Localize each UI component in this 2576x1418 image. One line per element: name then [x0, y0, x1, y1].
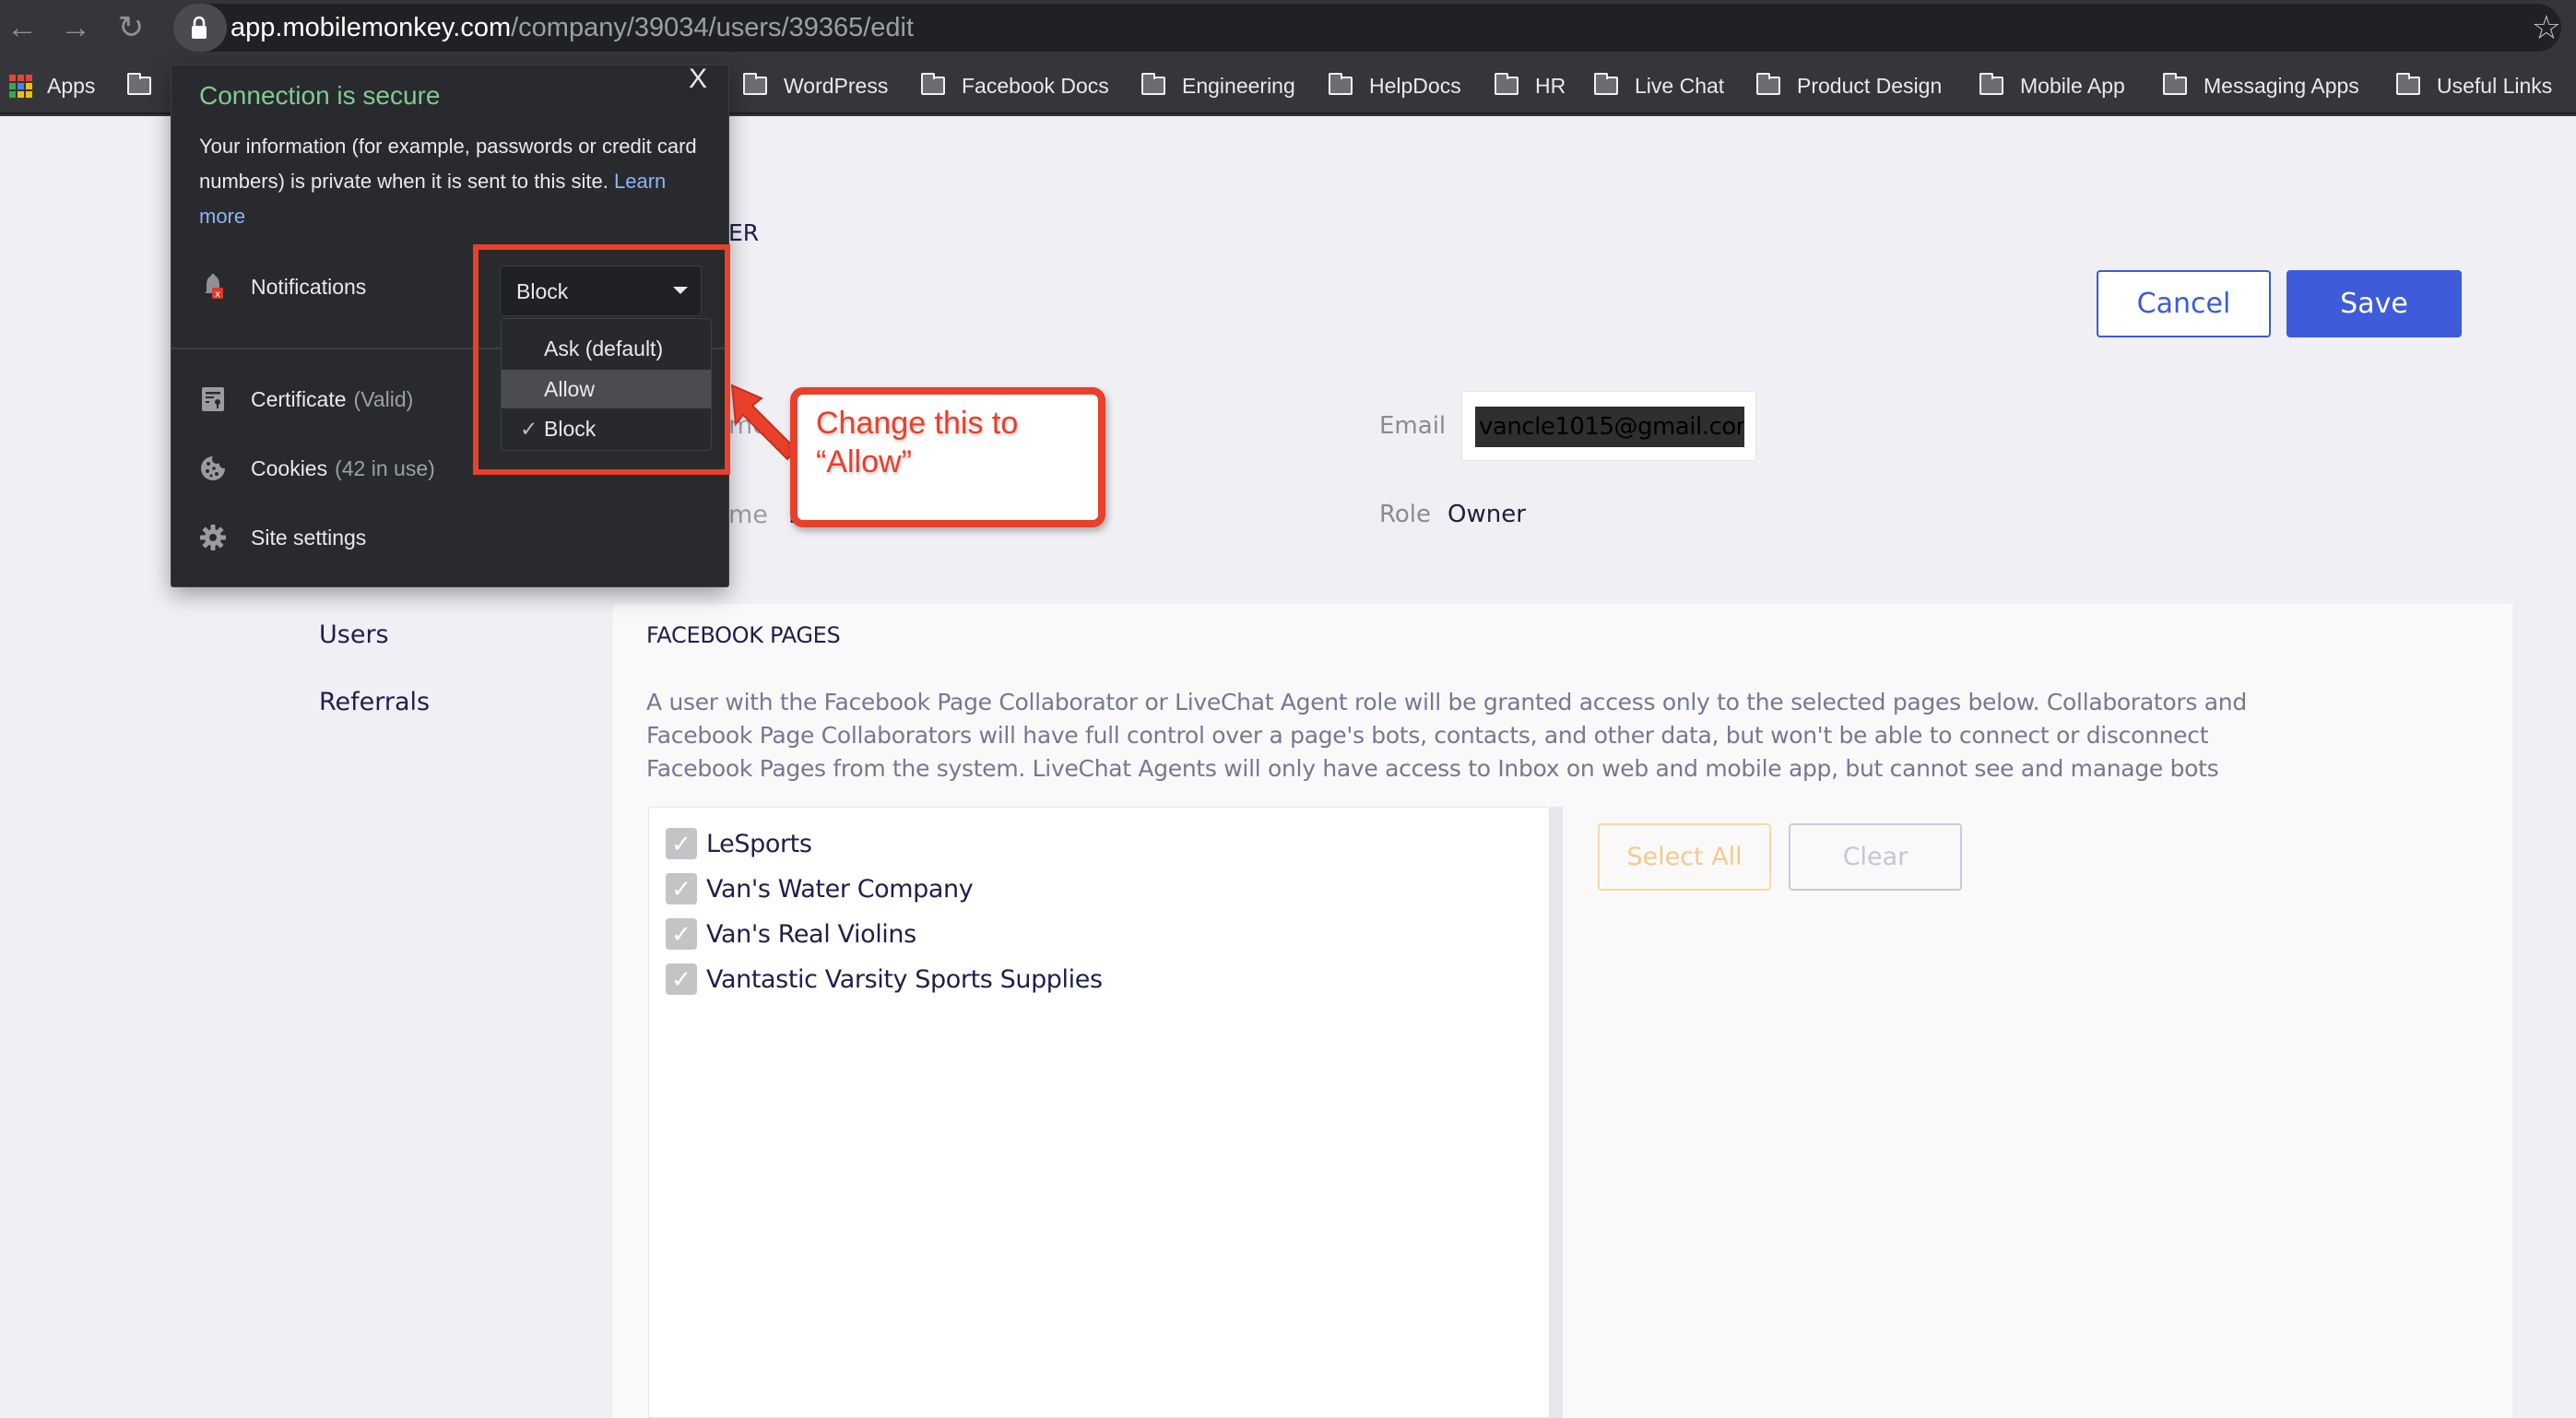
- bookmark-label: Apps: [47, 73, 96, 98]
- svg-text:x: x: [215, 290, 220, 300]
- bookmark-label: Product Design: [1797, 73, 1943, 98]
- pages-list-scrollbar[interactable]: [1550, 807, 1563, 1418]
- bookmark-wordpress[interactable]: WordPress: [743, 68, 888, 103]
- page-name: LeSports: [706, 829, 812, 858]
- folder-icon: [1594, 73, 1618, 95]
- page-list-item[interactable]: ✓ LeSports: [666, 825, 812, 862]
- last-name-label-partial: me: [728, 501, 768, 529]
- page-name: Van's Water Company: [706, 874, 974, 904]
- bookmark-label: Mobile App: [2020, 73, 2125, 98]
- bookmark-engineering[interactable]: Engineering: [1141, 68, 1295, 103]
- gear-icon: [199, 524, 227, 551]
- checkbox-checked-icon[interactable]: ✓: [666, 963, 697, 995]
- checkbox-checked-icon[interactable]: ✓: [666, 828, 697, 859]
- url-path: /company/39034/users/39365/edit: [511, 13, 915, 42]
- cookies-row[interactable]: Cookies (42 in use): [199, 455, 435, 482]
- folder-icon: [1495, 73, 1518, 95]
- bookmark-helpdocs[interactable]: HelpDocs: [1329, 68, 1461, 103]
- page-name: Vantastic Varsity Sports Supplies: [706, 964, 1103, 994]
- email-value: vancle1015@gmail.com: [1475, 407, 1744, 447]
- site-settings-label: Site settings: [251, 525, 367, 549]
- url-host: app.mobilemonkey.com: [230, 13, 512, 42]
- facebook-pages-description: A user with the Facebook Page Collaborat…: [646, 689, 2247, 782]
- bookmark-label: HR: [1535, 73, 1566, 98]
- folder-icon: [921, 73, 945, 95]
- bookmark-label: Live Chat: [1635, 73, 1725, 98]
- certificate-row[interactable]: Certificate (Valid): [199, 385, 413, 413]
- folder-icon: [1979, 73, 2003, 95]
- bookmark-apps[interactable]: Apps: [9, 68, 95, 103]
- bookmark-live-chat[interactable]: Live Chat: [1594, 68, 1724, 103]
- page-list-item[interactable]: ✓ Van's Water Company: [666, 870, 974, 907]
- notifications-blocked-bell-icon: x: [199, 273, 227, 301]
- folder-icon: [743, 73, 767, 95]
- sidenav-item-referrals[interactable]: Referrals: [319, 688, 430, 716]
- reload-button[interactable]: ↻: [111, 7, 151, 48]
- bookmark-label: Facebook Docs: [962, 73, 1109, 98]
- bookmark-label: Useful Links: [2437, 73, 2553, 98]
- section-header-partial: ER: [728, 219, 760, 246]
- cookie-icon: [199, 455, 227, 482]
- connection-description: Your information (for example, passwords…: [199, 129, 715, 234]
- cancel-button[interactable]: Cancel: [2097, 270, 2271, 337]
- url-text[interactable]: app.mobilemonkey.com/company/39034/users…: [230, 9, 914, 46]
- cookies-label: Cookies: [251, 455, 328, 480]
- callout-line-2: “Allow”: [816, 444, 912, 479]
- bookmark-hr[interactable]: HR: [1495, 68, 1566, 103]
- bookmark-product-design[interactable]: Product Design: [1756, 68, 1942, 103]
- sidenav-item-users[interactable]: Users: [319, 620, 389, 649]
- bookmark-label: Messaging Apps: [2204, 73, 2359, 98]
- notifications-row: x Notifications: [199, 273, 366, 301]
- folder-icon: [127, 73, 151, 95]
- facebook-pages-title: FACEBOOK PAGES: [646, 622, 841, 648]
- browser-toolbar: ← → ↻ app.mobilemonkey.com/company/39034…: [0, 0, 2576, 55]
- bookmark-messaging-apps[interactable]: Messaging Apps: [2163, 68, 2359, 103]
- lock-icon: [192, 16, 207, 39]
- checkbox-checked-icon[interactable]: ✓: [666, 873, 697, 904]
- certificate-label: Certificate: [251, 386, 347, 411]
- role-value: Owner: [1448, 501, 1526, 528]
- annotation-callout: Change this to “Allow”: [790, 387, 1105, 527]
- email-label: Email: [1379, 412, 1447, 440]
- callout-text: Change this to “Allow”: [816, 404, 1018, 481]
- bookmark-folder[interactable]: [127, 68, 168, 103]
- forward-button[interactable]: →: [55, 7, 96, 48]
- folder-icon: [1756, 73, 1780, 95]
- bookmark-mobile-app[interactable]: Mobile App: [1979, 68, 2125, 103]
- callout-line-1: Change this to: [816, 406, 1019, 441]
- page-list-item[interactable]: ✓ Van's Real Violins: [666, 916, 916, 952]
- apps-grid-icon: [9, 74, 32, 98]
- bookmark-facebook-docs[interactable]: Facebook Docs: [921, 68, 1109, 103]
- bookmark-label: WordPress: [784, 73, 889, 98]
- back-button[interactable]: ←: [2, 7, 42, 48]
- folder-icon: [2396, 73, 2420, 95]
- page-name: Van's Real Violins: [706, 919, 916, 949]
- annotation-highlight-box: [473, 244, 730, 475]
- folder-icon: [2163, 73, 2187, 95]
- clear-button[interactable]: Clear: [1789, 823, 1962, 891]
- close-icon[interactable]: X: [689, 63, 707, 96]
- certificate-icon: [199, 385, 227, 413]
- connection-secure-title: Connection is secure: [199, 81, 441, 110]
- page-list-item[interactable]: ✓ Vantastic Varsity Sports Supplies: [666, 961, 1103, 998]
- save-button[interactable]: Save: [2286, 270, 2462, 337]
- folder-icon: [1141, 73, 1165, 95]
- bookmark-useful-links[interactable]: Useful Links: [2396, 68, 2552, 103]
- site-settings-row[interactable]: Site settings: [199, 524, 366, 551]
- notifications-label: Notifications: [251, 274, 367, 299]
- folder-icon: [1329, 73, 1353, 95]
- certificate-status: (Valid): [353, 386, 414, 411]
- checkbox-checked-icon[interactable]: ✓: [666, 918, 697, 950]
- bookmark-label: HelpDocs: [1369, 73, 1461, 98]
- bookmark-label: Engineering: [1182, 73, 1295, 98]
- select-all-button[interactable]: Select All: [1598, 823, 1771, 891]
- role-label: Role: [1379, 501, 1432, 528]
- bookmark-star-icon[interactable]: ☆: [2532, 7, 2561, 48]
- cookies-status: (42 in use): [335, 455, 435, 480]
- email-field[interactable]: vancle1015@gmail.com: [1461, 391, 1756, 461]
